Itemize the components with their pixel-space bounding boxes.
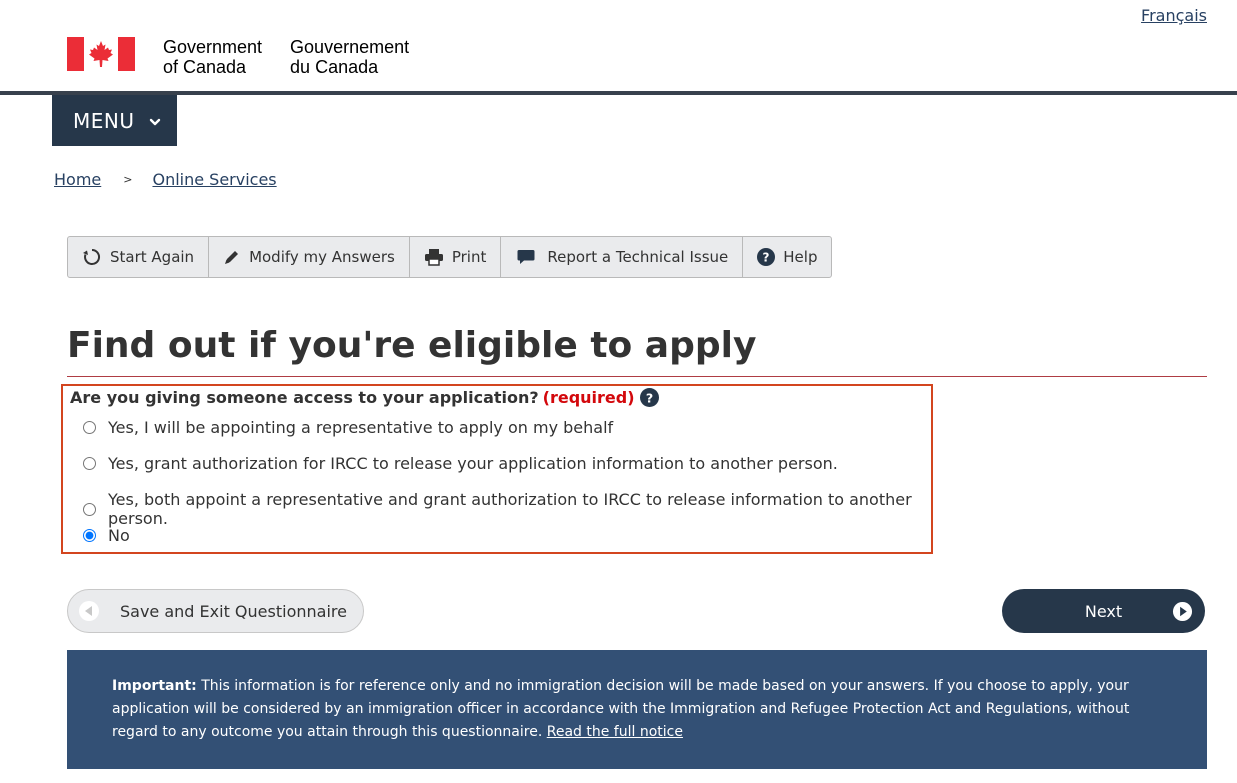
radio-both[interactable]: [83, 502, 96, 516]
canada-flag-icon: [67, 37, 135, 71]
title-underline: [67, 376, 1207, 377]
radio-no[interactable]: [83, 529, 96, 542]
play-left-icon: [78, 600, 100, 622]
header-divider: [0, 91, 1237, 95]
help-label: Help: [783, 248, 818, 266]
government-of-canada-text: Government of Canada: [163, 37, 263, 77]
option-grant-authorization[interactable]: Yes, grant authorization for IRCC to rel…: [83, 454, 838, 473]
option-label: Yes, grant authorization for IRCC to rel…: [108, 454, 838, 473]
report-technical-issue-label: Report a Technical Issue: [547, 248, 729, 266]
option-label: Yes, both appoint a representative and g…: [108, 490, 912, 528]
question-circle-icon: ?: [757, 248, 776, 266]
menu-button[interactable]: MENU: [52, 95, 177, 146]
breadcrumb: Home > Online Services: [54, 170, 277, 189]
svg-text:?: ?: [763, 251, 770, 265]
chevron-down-icon: [149, 109, 161, 133]
modify-answers-label: Modify my Answers: [249, 248, 395, 266]
save-and-exit-label: Save and Exit Questionnaire: [120, 601, 347, 621]
questionnaire-toolbar: Start Again Modify my Answers Print Repo…: [67, 236, 833, 278]
read-full-notice-link[interactable]: Read the full notice: [547, 724, 683, 740]
question-label: Are you giving someone access to your ap…: [70, 388, 659, 407]
option-no[interactable]: No: [83, 526, 130, 545]
breadcrumb-online-services-link[interactable]: Online Services: [152, 170, 276, 189]
required-indicator: (required): [542, 388, 635, 407]
question-fieldset: Are you giving someone access to your ap…: [61, 384, 933, 554]
breadcrumb-separator: >: [123, 173, 133, 186]
print-label: Print: [451, 248, 487, 266]
menu-label: MENU: [73, 108, 135, 133]
option-label: No: [108, 526, 130, 545]
start-again-label: Start Again: [110, 248, 195, 266]
refresh-icon: [82, 247, 102, 267]
print-button[interactable]: Print: [410, 237, 502, 277]
important-notice: Important: This information is for refer…: [67, 650, 1207, 769]
page-title: Find out if you're eligible to apply: [67, 325, 757, 366]
government-signature[interactable]: Government of Canada Gouvernement du Can…: [67, 37, 409, 77]
save-and-exit-button[interactable]: Save and Exit Questionnaire: [67, 589, 364, 633]
speech-bubble-icon: [517, 249, 535, 265]
language-toggle-link[interactable]: Français: [1141, 6, 1207, 25]
option-both[interactable]: Yes, both appoint a representative and g…: [83, 490, 931, 528]
pencil-icon: [223, 248, 241, 266]
next-label: Next: [1084, 601, 1123, 621]
radio-grant-authorization[interactable]: [83, 457, 96, 470]
help-button[interactable]: ? Help: [743, 237, 831, 277]
question-text: Are you giving someone access to your ap…: [70, 388, 539, 407]
report-technical-issue-button[interactable]: Report a Technical Issue: [501, 237, 744, 277]
printer-icon: [424, 248, 444, 266]
play-right-icon: [1172, 601, 1193, 622]
gouvernement-du-canada-text: Gouvernement du Canada: [290, 37, 410, 77]
start-again-button[interactable]: Start Again: [68, 237, 210, 277]
breadcrumb-home-link[interactable]: Home: [54, 170, 101, 189]
question-help-icon[interactable]: ?: [639, 388, 659, 407]
next-button[interactable]: Next: [1002, 589, 1205, 633]
important-label: Important:: [112, 678, 197, 694]
radio-appoint-representative[interactable]: [83, 421, 96, 434]
option-label: Yes, I will be appointing a representati…: [108, 418, 614, 437]
option-appoint-representative[interactable]: Yes, I will be appointing a representati…: [83, 418, 613, 437]
svg-text:?: ?: [645, 390, 652, 405]
modify-answers-button[interactable]: Modify my Answers: [209, 237, 410, 277]
